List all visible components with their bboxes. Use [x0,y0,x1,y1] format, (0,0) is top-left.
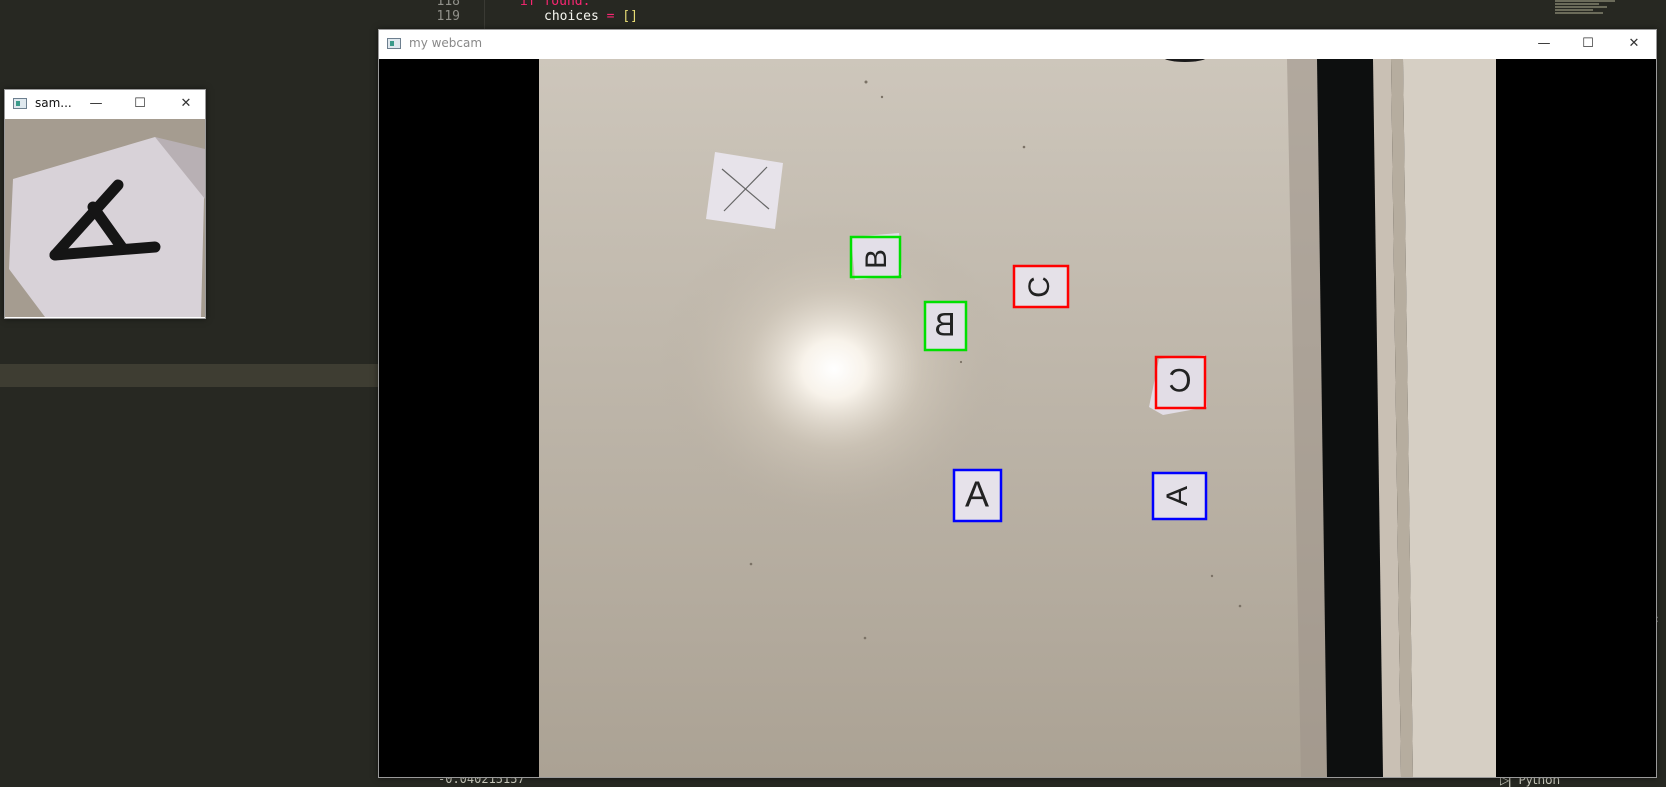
maximize-button[interactable]: ☐ [1565,30,1611,58]
highlighted-line [0,364,380,387]
minimap[interactable] [1555,0,1625,22]
code-operator: = [598,9,623,24]
svg-text:C: C [1023,276,1056,298]
minimize-button[interactable]: — [1521,30,1567,58]
gutter-divider [484,0,485,30]
code-text: if found: [520,0,591,9]
sample-preview-image [5,119,205,317]
card-a-upright: A [954,470,1001,521]
table-gap [1317,59,1383,777]
card-x [706,152,783,229]
webcam-titlebar[interactable]: my webcam — ☐ ✕ [379,30,1656,58]
card-b-mirrored: B [925,302,966,350]
svg-text:A: A [965,474,989,515]
card-c-rotated: C [1014,266,1068,307]
app-icon [13,98,27,109]
code-brackets: [] [622,9,638,24]
code-text: choices [544,9,599,24]
svg-text:B: B [860,249,893,269]
card-b-rotated: B [851,233,902,280]
window-title: sam... [35,96,72,110]
svg-text:C: C [1168,362,1191,398]
sample-window[interactable]: sam... — ☐ ✕ [4,89,206,319]
svg-text:B: B [934,306,955,342]
maximize-button[interactable]: ☐ [117,90,163,118]
webcam-window[interactable]: my webcam — ☐ ✕ B B C C A A [378,29,1657,778]
svg-text:A: A [1161,486,1194,506]
sample-titlebar[interactable]: sam... — ☐ ✕ [5,90,205,118]
webcam-feed: B B C C A A [379,59,1656,777]
app-icon [387,38,401,49]
card-a-rotated: A [1153,473,1206,519]
line-number: 118 [436,0,460,9]
minimize-button[interactable]: — [73,90,119,118]
line-number: 119 [436,9,460,24]
code-line-found[interactable]: if found: [520,0,590,9]
close-button[interactable]: ✕ [163,90,209,118]
close-button[interactable]: ✕ [1611,30,1657,58]
webcam-frame-svg: B B C C A A [379,59,1656,777]
window-title: my webcam [409,36,483,50]
side-panel [1403,59,1496,777]
sample-preview-svg [5,119,205,317]
code-line-choices[interactable]: choices = [] [544,9,638,24]
